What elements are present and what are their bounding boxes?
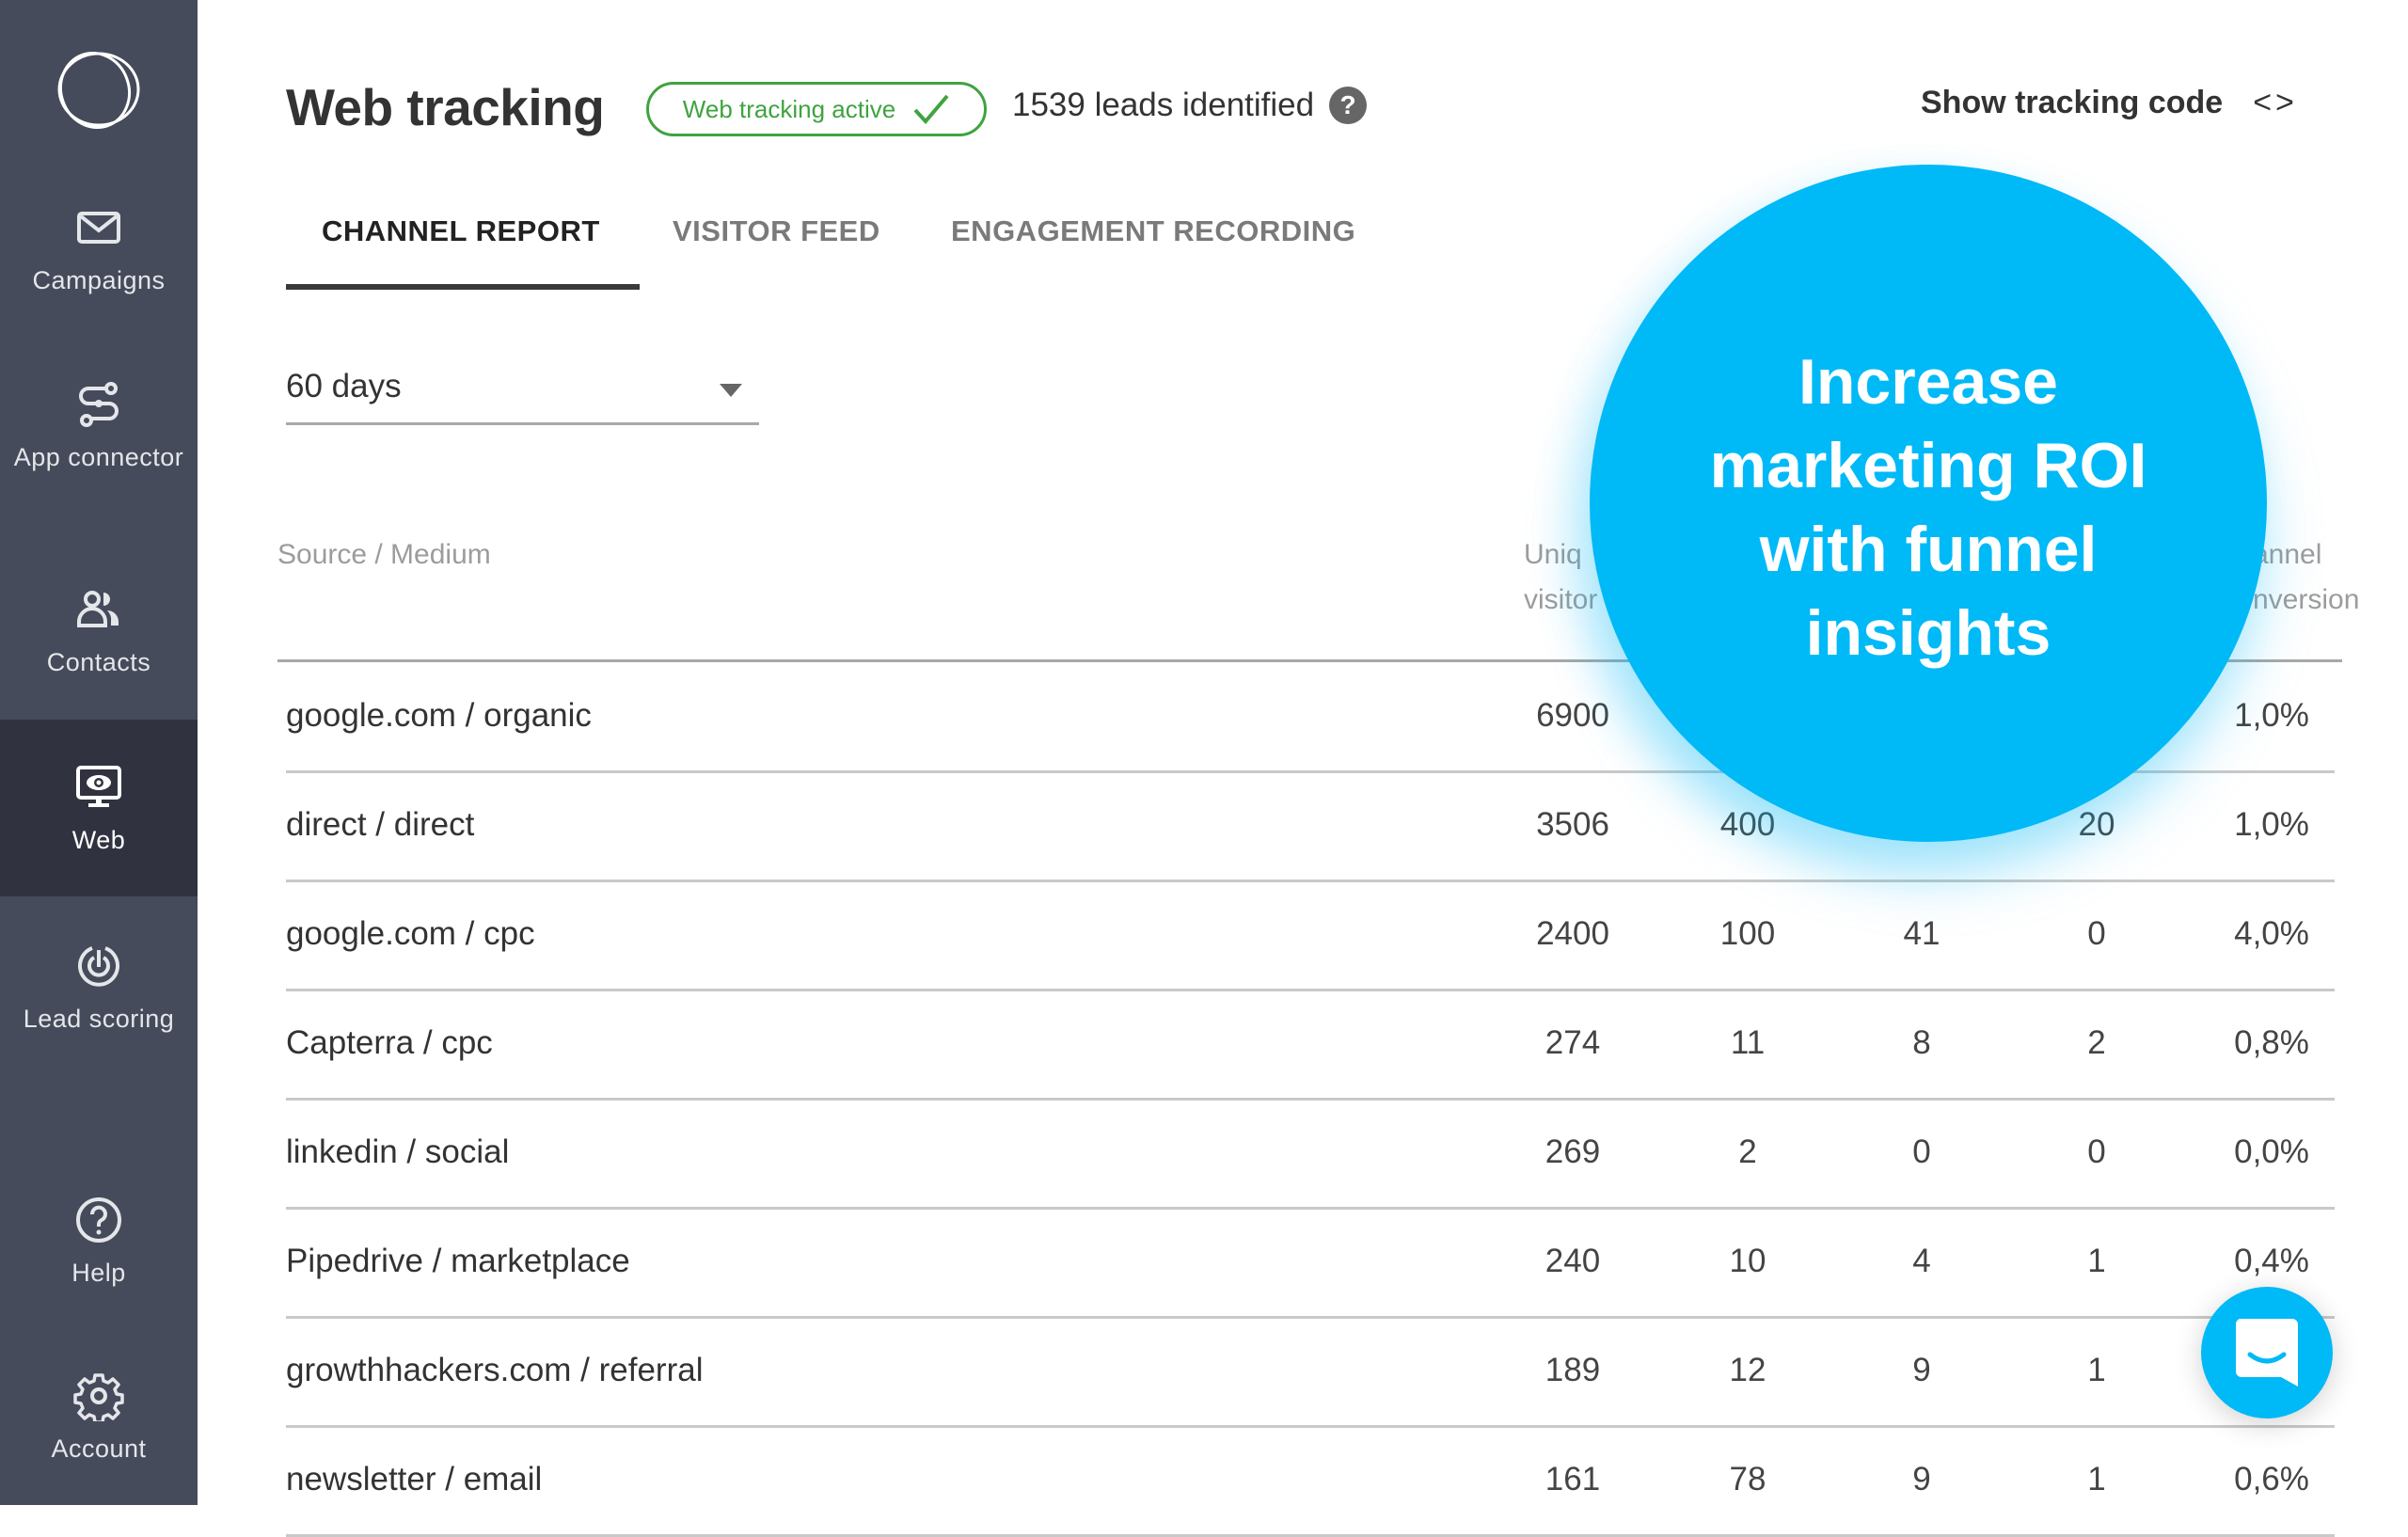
- status-badge-label: Web tracking active: [682, 94, 896, 123]
- promo-text: Increase marketing ROI with funnel insig…: [1709, 346, 2147, 669]
- metric-cell-c5: 4,0%: [2234, 915, 2309, 952]
- metric-cell-c5: 0,0%: [2234, 1133, 2309, 1170]
- sidebar-item-lead-scoring[interactable]: Lead scoring: [0, 898, 198, 1075]
- metric-cell-c4: 0: [2087, 1133, 2106, 1170]
- table-row[interactable]: newsletter / email 161 78 9 1 0,6%: [286, 1425, 2335, 1537]
- source-medium-cell: newsletter / email: [286, 1461, 543, 1497]
- sidebar-item-label: Help: [71, 1258, 126, 1287]
- source-medium-cell: google.com / cpc: [286, 915, 535, 952]
- metric-cell-c2: 78: [1729, 1461, 1766, 1497]
- envelope-icon: [77, 211, 120, 244]
- column-header-conversion[interactable]: annel nversion: [2253, 532, 2359, 623]
- status-badge: Web tracking active: [646, 82, 987, 136]
- contacts-icon: [77, 590, 119, 627]
- metric-cell-c1: 3506: [1536, 806, 1609, 843]
- show-tracking-code-button[interactable]: Show tracking code <>: [1921, 85, 2298, 121]
- metric-cell-c3: 41: [1903, 915, 1941, 952]
- help-icon[interactable]: ?: [1329, 87, 1368, 124]
- metric-cell-c1: 240: [1545, 1243, 1601, 1279]
- sidebar-item-label: Lead scoring: [23, 1004, 175, 1033]
- metric-cell-c1: 269: [1545, 1133, 1601, 1170]
- metric-cell-c5: 0,6%: [2234, 1461, 2309, 1497]
- period-select[interactable]: 60 days: [286, 362, 759, 425]
- metric-cell-c2: 11: [1730, 1024, 1766, 1061]
- metric-cell-c3: 9: [1912, 1461, 1931, 1497]
- chat-button[interactable]: [2201, 1287, 2333, 1418]
- metric-cell-c4: 0: [2087, 915, 2106, 952]
- metric-cell-c1: 2400: [1536, 915, 1609, 952]
- sidebar-item-app-connector[interactable]: App connector: [0, 337, 198, 514]
- metric-cell-c3: 4: [1912, 1243, 1931, 1279]
- page-title: Web tracking: [286, 78, 605, 136]
- show-tracking-code-label: Show tracking code: [1921, 85, 2224, 120]
- sidebar-item-contacts[interactable]: Contacts: [0, 542, 198, 719]
- metric-cell-c5: 1,0%: [2234, 806, 2309, 843]
- table-row[interactable]: google.com / cpc 2400 100 41 0 4,0%: [286, 879, 2335, 991]
- sidebar-item-account[interactable]: Account: [0, 1328, 198, 1505]
- sidebar-item-label: Web: [71, 825, 126, 854]
- metric-cell-c3: 0: [1912, 1133, 1931, 1170]
- column-header-conversion-line2: nversion: [2253, 584, 2360, 615]
- gear-icon: [73, 1372, 124, 1421]
- column-header-visitors-line2: visitor: [1524, 584, 1598, 615]
- metric-cell-c2: 2: [1738, 1133, 1757, 1170]
- metric-cell-c1: 274: [1545, 1024, 1601, 1061]
- sidebar-item-web[interactable]: Web: [0, 720, 198, 896]
- help-icon: [76, 1196, 121, 1243]
- active-tab-indicator: [286, 284, 640, 290]
- source-medium-cell: linkedin / social: [286, 1133, 510, 1170]
- metric-cell-c2: 100: [1719, 915, 1776, 952]
- chat-icon: [2235, 1319, 2298, 1386]
- table-row[interactable]: linkedin / social 269 2 0 0 0,0%: [286, 1098, 2335, 1210]
- table-row[interactable]: Capterra / cpc 274 11 8 2 0,8%: [286, 989, 2335, 1101]
- sidebar-item-campaigns[interactable]: Campaigns: [0, 160, 198, 337]
- logo-icon[interactable]: [52, 47, 146, 132]
- table-row[interactable]: Pipedrive / marketplace 240 10 4 1 0,4%: [286, 1207, 2335, 1319]
- metric-cell-c4: 1: [2087, 1243, 2106, 1279]
- source-medium-cell: google.com / organic: [286, 697, 592, 734]
- column-header-visitors-line1: Uniq: [1524, 539, 1582, 570]
- code-icon: <>: [2253, 85, 2298, 120]
- source-medium-cell: growthhackers.com / referral: [286, 1352, 704, 1388]
- column-header-visitors[interactable]: Uniq visitor: [1524, 532, 1597, 623]
- source-medium-cell: direct / direct: [286, 806, 475, 843]
- monitor-eye-icon: [76, 765, 121, 807]
- leads-identified: 1539 leads identified ?: [1012, 87, 1368, 124]
- sidebar-item-label: Campaigns: [32, 265, 166, 294]
- table-row[interactable]: growthhackers.com / referral 189 12 9 1: [286, 1316, 2335, 1428]
- period-select-value: 60 days: [286, 368, 402, 404]
- source-medium-cell: Capterra / cpc: [286, 1024, 493, 1061]
- tab-visitor-feed[interactable]: VISITOR FEED: [673, 214, 880, 290]
- chevron-down-icon: [720, 384, 742, 397]
- leads-count-label: 1539 leads identified: [1012, 87, 1315, 123]
- metric-cell-c1: 161: [1545, 1461, 1601, 1497]
- metric-cell-c1: 189: [1545, 1352, 1601, 1388]
- metric-cell-c3: 8: [1912, 1024, 1931, 1061]
- metric-cell-c2: 12: [1729, 1352, 1766, 1388]
- tab-engagement-recording[interactable]: ENGAGEMENT RECORDING: [951, 214, 1355, 290]
- metric-cell-c4: 2: [2087, 1024, 2106, 1061]
- metric-cell-c3: 9: [1912, 1352, 1931, 1388]
- metric-cell-c4: 1: [2087, 1352, 2106, 1388]
- column-header-source[interactable]: Source / Medium: [277, 532, 491, 578]
- metric-cell-c2: 10: [1729, 1243, 1766, 1279]
- sidebar-item-label: Account: [51, 1434, 147, 1463]
- sidebar-item-help[interactable]: Help: [0, 1152, 198, 1329]
- sidebar-item-label: Contacts: [46, 647, 151, 676]
- promo-circle: Increase marketing ROI with funnel insig…: [1590, 165, 2267, 842]
- column-header-conversion-line1: annel: [2253, 539, 2322, 570]
- lead-scoring-icon: [78, 945, 119, 987]
- metric-cell-c4: 1: [2087, 1461, 2106, 1497]
- checkmark-icon: [913, 94, 949, 125]
- source-medium-cell: Pipedrive / marketplace: [286, 1243, 630, 1279]
- tab-channel-report[interactable]: CHANNEL REPORT: [322, 214, 600, 290]
- connector-icon: [79, 381, 119, 427]
- metric-cell-c5: 0,8%: [2234, 1024, 2309, 1061]
- sidebar: Campaigns App connector Contacts Web Lea…: [0, 0, 198, 1505]
- sidebar-item-label: App connector: [13, 442, 184, 471]
